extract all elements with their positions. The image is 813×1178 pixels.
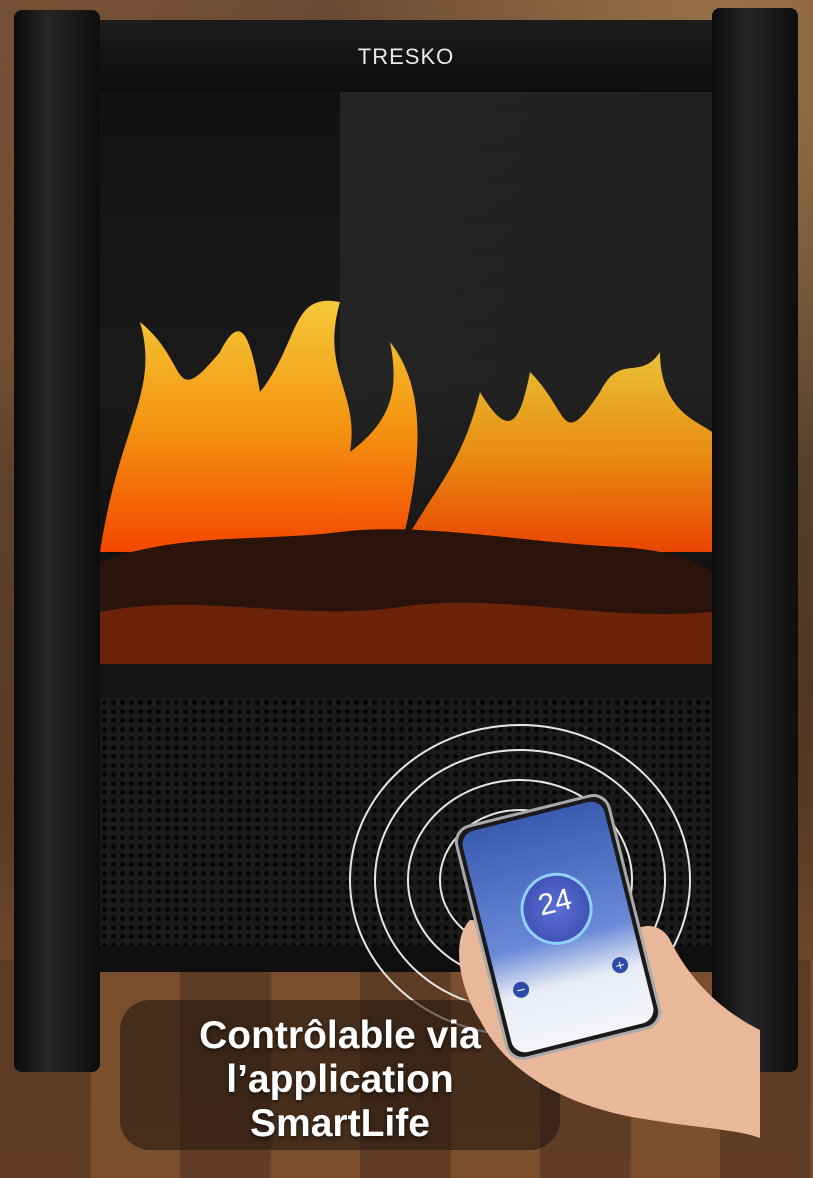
flame-left — [100, 300, 418, 552]
fireplace-mid-bar — [100, 664, 712, 698]
frame-leg-left — [14, 10, 100, 1072]
brand-logo: TRESKO — [357, 44, 455, 69]
flame-right — [400, 352, 712, 552]
decrease-temperature-button[interactable]: − — [511, 980, 531, 1000]
temperature-dial[interactable]: 24 — [512, 865, 601, 953]
temperature-value: 24 — [534, 882, 576, 923]
increase-temperature-button[interactable]: + — [610, 955, 630, 975]
fireplace-top-bar: TRESKO — [100, 20, 712, 92]
fireplace-screen — [100, 92, 712, 664]
flames-illustration — [100, 300, 712, 664]
